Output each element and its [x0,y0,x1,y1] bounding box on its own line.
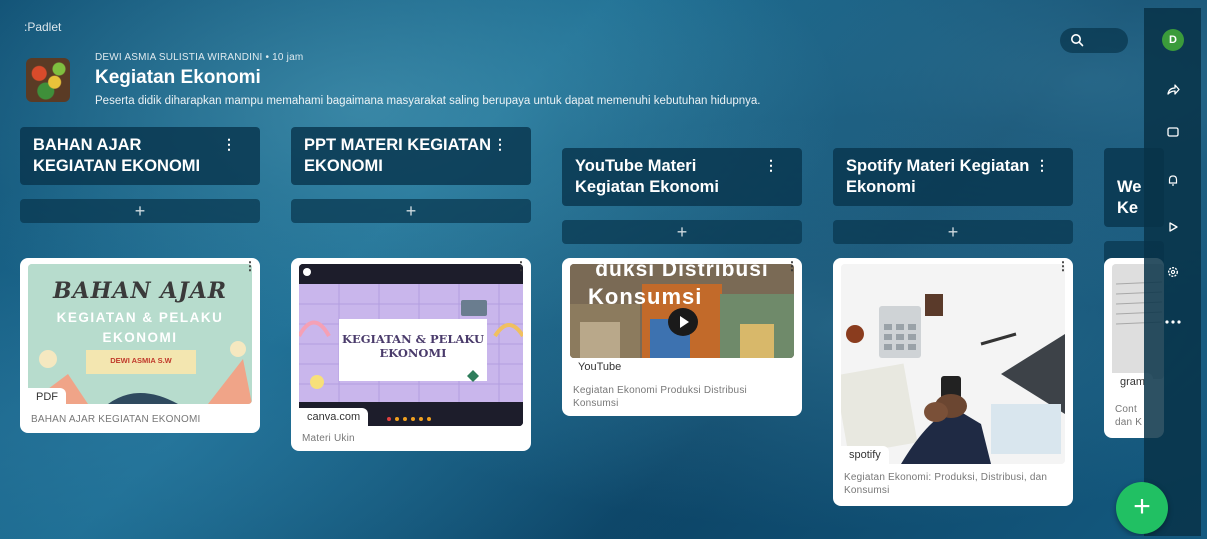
card-menu-icon[interactable]: ⋮ [515,260,527,272]
source-badge: spotify [841,446,889,464]
card-menu-icon[interactable]: ⋮ [1057,260,1069,272]
column-header[interactable]: BAHAN AJAR KEGIATAN EKONOMI ⋮ [20,127,260,185]
post-card-spotify[interactable]: ⋮ spotify Kegiatan Ekonomi: Produksi, Di… [833,258,1073,506]
card-caption: Kegiatan Ekonomi Produksi Distribusi Kon… [573,385,747,409]
thumb-title: BAHAN AJAR [52,278,228,304]
column-spotify-materi: Spotify Materi Kegiatan Ekonomi ⋮ + [833,148,1073,244]
search-button[interactable] [1060,28,1128,53]
column-menu-icon[interactable]: ⋮ [764,155,778,176]
board-author-time: DEWI ASMIA SULISTIA WIRANDINI • 10 jam [95,52,304,63]
padlet-logo[interactable]: :Padlet [24,20,61,34]
thumb-subtitle: KEGIATAN & PELAKU EKONOMI [56,310,224,345]
side-rail: D [1144,8,1201,536]
thumb-top-text: duksi Distribusi [595,264,769,281]
column-header[interactable]: Spotify Materi Kegiatan Ekonomi ⋮ [833,148,1073,206]
column-bahan-ajar: BAHAN AJAR KEGIATAN EKONOMI ⋮ + [20,127,260,223]
share-button[interactable] [1161,78,1185,102]
column-title: PPT MATERI KEGIATAN EKONOMI [304,136,491,175]
add-post-button[interactable]: + [291,199,531,223]
slideshow-button[interactable] [1161,215,1185,239]
notifications-button[interactable] [1161,168,1185,192]
column-title: Spotify Materi Kegiatan Ekonomi [846,157,1030,196]
card-menu-icon[interactable]: ⋮ [786,260,798,272]
settings-gear-icon [1167,266,1179,278]
user-avatar[interactable]: D [1162,29,1184,51]
remake-button[interactable] [1161,120,1185,144]
notification-bell-icon [1168,175,1178,186]
add-post-button[interactable]: + [833,220,1073,244]
card-thumbnail: BAHAN AJAR KEGIATAN & PELAKU EKONOMI DEW… [28,264,252,404]
board-title: Kegiatan Ekonomi [95,67,261,88]
post-card-youtube[interactable]: duksi Distribusi Konsumsi ⋮ YouTube Kegi… [562,258,802,416]
card-caption: BAHAN AJAR KEGIATAN EKONOMI [31,414,201,425]
source-badge: PDF [28,388,66,406]
source-badge: YouTube [570,358,630,376]
column-ppt-materi: PPT MATERI KEGIATAN EKONOMI ⋮ + [291,127,531,223]
post-card-canva[interactable]: KEGIATAN & PELAKU EKONOMI ⋮ canva.com Ma… [291,258,531,451]
column-header[interactable]: YouTube Materi Kegiatan Ekonomi ⋮ [562,148,802,206]
card-thumbnail: KEGIATAN & PELAKU EKONOMI [299,264,523,426]
card-thumbnail: duksi Distribusi Konsumsi [570,264,794,358]
thumb-title: Konsumsi [588,284,703,309]
board-avatar [26,58,70,102]
board-description: Peserta didik diharapkan mampu memahami … [95,95,761,107]
card-thumbnail [841,264,1065,464]
share-icon [1167,84,1180,95]
settings-button[interactable] [1161,260,1185,284]
column-menu-icon[interactable]: ⋮ [222,134,236,155]
column-menu-icon[interactable]: ⋮ [1035,155,1049,176]
thumb-author: DEWI ASMIA S.W [110,356,172,365]
add-post-fab[interactable]: + [1116,482,1168,534]
more-options-icon [1165,320,1181,324]
desk-photo [841,264,1065,464]
add-post-button[interactable]: + [562,220,802,244]
post-card-pdf[interactable]: BAHAN AJAR KEGIATAN & PELAKU EKONOMI DEW… [20,258,260,433]
column-menu-icon[interactable]: ⋮ [493,134,507,155]
remake-icon [1167,127,1179,137]
column-title: YouTube Materi Kegiatan Ekonomi [575,157,719,196]
add-post-button[interactable]: + [20,199,260,223]
column-youtube-materi: YouTube Materi Kegiatan Ekonomi ⋮ + [562,148,802,244]
column-title: BAHAN AJAR KEGIATAN EKONOMI [33,136,201,175]
padlet-board: :Padlet DEWI ASMIA SULISTIA WIRANDINI • … [6,8,1201,536]
slideshow-play-icon [1169,222,1178,232]
search-icon [1071,34,1084,47]
thumb-title: KEGIATAN & PELAKU EKONOMI [341,332,485,360]
play-icon[interactable] [668,308,698,336]
card-caption: Materi Ukin [302,433,355,444]
column-header[interactable]: PPT MATERI KEGIATAN EKONOMI ⋮ [291,127,531,185]
source-badge: canva.com [299,408,369,426]
column-title: We Ke [1117,178,1142,217]
more-options-button[interactable] [1161,310,1185,334]
card-caption: Kegiatan Ekonomi: Produksi, Distribusi, … [844,472,1048,496]
card-menu-icon[interactable]: ⋮ [244,260,256,272]
